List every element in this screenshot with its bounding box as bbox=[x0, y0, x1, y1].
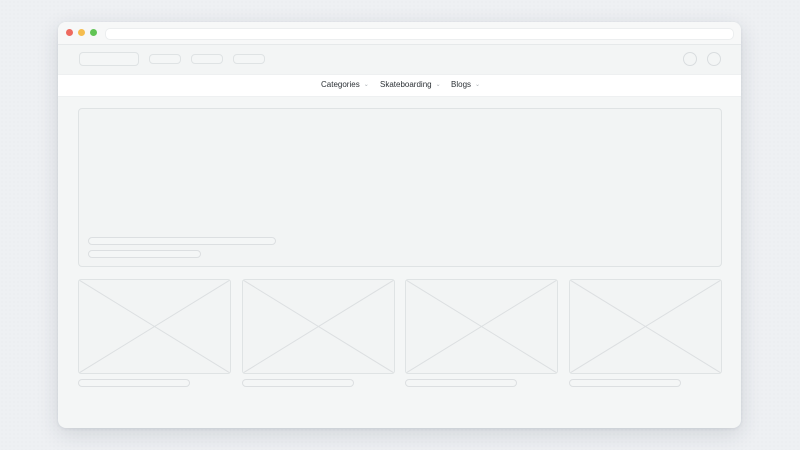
hero-heading-placeholder bbox=[88, 237, 276, 245]
product-image-placeholder[interactable] bbox=[242, 279, 395, 374]
product-title-placeholder bbox=[242, 379, 354, 387]
nav-item-categories[interactable]: Categories ⌄ bbox=[321, 80, 369, 89]
image-placeholder-icon bbox=[243, 280, 394, 373]
product-title-placeholder bbox=[569, 379, 681, 387]
product-title-placeholder bbox=[405, 379, 517, 387]
product-image-placeholder[interactable] bbox=[569, 279, 722, 374]
chevron-down-icon: ⌄ bbox=[363, 82, 369, 88]
hero-subheading-placeholder bbox=[88, 250, 201, 258]
main-navigation: Categories ⌄ Skateboarding ⌄ Blogs ⌄ bbox=[58, 74, 741, 97]
nav-item-blogs[interactable]: Blogs ⌄ bbox=[451, 80, 480, 89]
chevron-down-icon: ⌄ bbox=[475, 82, 481, 88]
minimize-icon[interactable] bbox=[78, 29, 85, 36]
nav-item-label: Blogs bbox=[451, 80, 472, 89]
address-bar[interactable] bbox=[105, 28, 734, 40]
header-link-placeholder[interactable] bbox=[233, 54, 265, 64]
product-title-placeholder bbox=[78, 379, 190, 387]
image-placeholder-icon bbox=[570, 280, 721, 373]
maximize-icon[interactable] bbox=[90, 29, 97, 36]
close-icon[interactable] bbox=[66, 29, 73, 36]
nav-item-label: Categories bbox=[321, 80, 360, 89]
account-icon[interactable] bbox=[683, 52, 697, 66]
title-bar bbox=[58, 22, 741, 45]
header-link-placeholder[interactable] bbox=[149, 54, 181, 64]
cart-icon[interactable] bbox=[707, 52, 721, 66]
chevron-down-icon: ⌄ bbox=[435, 82, 441, 88]
product-image-placeholder[interactable] bbox=[78, 279, 231, 374]
image-placeholder-icon bbox=[79, 280, 230, 373]
logo-placeholder[interactable] bbox=[79, 52, 139, 66]
desktop-background: Categories ⌄ Skateboarding ⌄ Blogs ⌄ bbox=[0, 0, 800, 450]
image-placeholder-icon bbox=[406, 280, 557, 373]
header-link-placeholder[interactable] bbox=[191, 54, 223, 64]
product-image-placeholder[interactable] bbox=[405, 279, 558, 374]
nav-item-label: Skateboarding bbox=[380, 80, 432, 89]
nav-item-skateboarding[interactable]: Skateboarding ⌄ bbox=[380, 80, 441, 89]
site-header bbox=[58, 45, 741, 74]
browser-window: Categories ⌄ Skateboarding ⌄ Blogs ⌄ bbox=[58, 22, 741, 428]
hero-banner-placeholder[interactable] bbox=[78, 108, 722, 267]
